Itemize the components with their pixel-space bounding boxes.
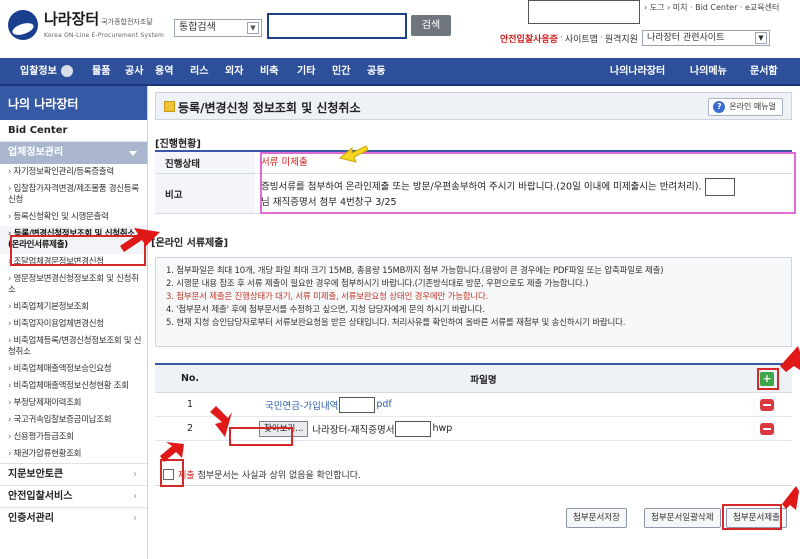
highlight-box-status <box>260 152 796 214</box>
nav-item-goods[interactable]: 물품 <box>92 58 110 86</box>
sidebar-link[interactable]: › 비축업체기본정보조회 <box>0 299 147 316</box>
nav-item-my-menu[interactable]: 나의메뉴 <box>690 58 727 86</box>
sidebar-link[interactable]: › 부정당제재이력조회 <box>0 395 147 412</box>
sidebar-link[interactable]: › 비축업자이용업체변경신청 <box>0 316 147 333</box>
sidebar-link[interactable]: › 비축업체매출액정보승인요청 <box>0 361 147 378</box>
nav-bid-icon <box>60 65 73 77</box>
sidebar-item-certificate[interactable]: 인증서관리 › <box>0 507 147 529</box>
nav-item-bid-info[interactable]: 입찰정보 <box>20 58 73 86</box>
sidebar-link[interactable]: › 비축업체매출액정보신청현황 조회 <box>0 378 147 395</box>
related-site-select[interactable]: 나라장터 관련사이트 ▼ <box>641 30 770 46</box>
sidebar-title: 나의 나라장터 <box>0 86 147 120</box>
logo-mark-icon <box>8 10 38 40</box>
sidebar-link[interactable]: › 자기정보확인관리/등록증출력 <box>0 164 147 181</box>
nav-item-private[interactable]: 민간 <box>332 58 350 86</box>
sitemap-link[interactable]: 사이트맵 <box>565 32 598 45</box>
sidebar-item-fingerprint-token[interactable]: 지문보안토큰 › <box>0 463 147 485</box>
main-nav: 입찰정보 물품 공사 용역 리스 외자 비축 기타 민간 공동 나의나라장터 나… <box>0 58 800 86</box>
logo-name: 나라장터 <box>44 9 100 28</box>
file-name-link[interactable]: 국민연금-가입내역 pdf <box>225 393 742 416</box>
notice-line: 1. 첨부파일은 최대 10개, 개당 파일 최대 크기 15MB, 총용량 1… <box>166 266 664 276</box>
sidebar-link[interactable]: › 국고귀속입찰보증금미납조회 <box>0 412 147 429</box>
notice-line: 5. 현재 지청 승인담당자로부터 서류보완요청을 받은 상태입니다. 처리사유… <box>166 318 626 328</box>
notice-line: 4. '첨부문서 제출' 후에 첨부문서를 수정하고 싶으면, 지청 담당자에게… <box>166 305 485 315</box>
highlight-box-sidebar <box>10 235 146 266</box>
nav-item-etc[interactable]: 기타 <box>297 58 315 86</box>
sidebar-link[interactable]: › 입찰참가자격변경/제조물품 경신등록신청 <box>0 181 147 209</box>
logo-small-text: 국가종합전자조달 <box>101 17 153 26</box>
sidebar-link[interactable]: › 채권가압류현황조회 <box>0 446 147 463</box>
sidebar-item-safe-bid[interactable]: 안전입찰서비스 › <box>0 485 147 507</box>
file-no: 1 <box>186 399 194 410</box>
redacted-box <box>339 396 376 413</box>
chevron-down-icon: ▼ <box>754 32 767 44</box>
confirm-row: 제출 첨부문서는 사실과 상위 없음을 확인합니다. <box>155 464 792 486</box>
notice-line: 3. 첨부문서 제출은 진행상태가 대기, 서류 미제출, 서류보완요청 상태인… <box>166 292 489 302</box>
nav-item-construction[interactable]: 공사 <box>125 58 143 86</box>
confirm-text: 첨부문서는 사실과 상위 없음을 확인합니다. <box>197 471 361 481</box>
highlight-box-add <box>757 368 779 390</box>
help-icon: ? <box>713 101 726 113</box>
col-filename-header: 파일명 <box>470 374 497 386</box>
sidebar-item-bid-center[interactable]: Bid Center <box>0 120 147 142</box>
related-site-value: 나라장터 관련사이트 <box>646 33 725 43</box>
top-links[interactable]: › 도그 › 미치 · Bid Center · e교육센터 <box>644 2 779 13</box>
highlight-box-checkbox <box>160 459 184 487</box>
highlight-box-browse <box>229 427 293 446</box>
remove-file-button[interactable] <box>760 422 774 435</box>
safe-bid-link[interactable]: 안전입찰사용증 <box>500 32 558 45</box>
sidebar: 나의 나라장터 Bid Center 업체정보관리 › 자기정보확인관리/등록증… <box>0 86 148 559</box>
search-type-select[interactable]: 통합검색 ▼ <box>174 19 262 37</box>
search-button[interactable]: 검색 <box>411 15 451 36</box>
search-type-value: 통합검색 <box>179 22 216 33</box>
utility-bar: 안전입찰사용증 · 사이트맵 · 원격지원 나라장터 관련사이트 ▼ <box>500 30 770 46</box>
online-submit-label: [온라인 서류제출] <box>151 238 229 249</box>
top-input-field[interactable] <box>528 0 640 24</box>
sidebar-link[interactable]: › 영문정보변경신청정보조회 및 신청취소 <box>0 271 147 299</box>
redacted-box <box>395 420 432 437</box>
nav-item-documents[interactable]: 문서함 <box>750 58 778 86</box>
logo-subtitle: Korea ON-Line E-Procurement System <box>44 31 165 39</box>
nav-item-foreign[interactable]: 외자 <box>225 58 243 86</box>
notice-line: 2. 시행문 내용 참조 후 서류 제출이 필요한 경우에 첨부하시기 바랍니다… <box>166 279 589 289</box>
page-title-bar: 등록/변경신청 정보조회 및 신청취소 ? 온라인 매뉴얼 <box>155 92 792 120</box>
nav-item-stockpile[interactable]: 비축 <box>260 58 278 86</box>
save-attachments-button[interactable]: 첨부문서저장 <box>566 508 627 528</box>
logo[interactable]: 나라장터 국가종합전자조달 Korea ON-Line E-Procurement… <box>8 10 164 40</box>
online-manual-button[interactable]: ? 온라인 매뉴얼 <box>708 98 783 116</box>
search-input[interactable] <box>267 13 407 39</box>
nav-item-my-page[interactable]: 나의나라장터 <box>610 58 665 86</box>
highlight-box-submit <box>722 504 782 530</box>
remote-support-link[interactable]: 원격지원 <box>605 32 638 45</box>
status-label: 진행상태 <box>155 152 255 173</box>
header: 나라장터 국가종합전자조달 Korea ON-Line E-Procurement… <box>0 0 800 58</box>
nav-item-joint[interactable]: 공동 <box>367 58 385 86</box>
page-title: 등록/변경신청 정보조회 및 신청취소 <box>178 101 361 115</box>
nav-item-lease[interactable]: 리스 <box>190 58 208 86</box>
notice-box: 1. 첨부파일은 최대 10개, 개당 파일 최대 크기 15MB, 총용량 1… <box>155 257 792 347</box>
remove-file-button[interactable] <box>760 398 774 411</box>
sidebar-link[interactable]: › 등록신청확인 및 시행문출력 <box>0 209 147 226</box>
col-no-header: No. <box>180 373 200 384</box>
table-row: 1 국민연금-가입내역 pdf <box>155 393 792 417</box>
pencil-icon <box>164 101 175 112</box>
file-name-cell: 찾아보기... 나라장터-재직증명서 hwp <box>225 417 742 440</box>
nav-item-service[interactable]: 용역 <box>155 58 173 86</box>
remark-label: 비고 <box>155 174 255 213</box>
sidebar-section-company[interactable]: 업체정보관리 <box>0 142 147 164</box>
sidebar-link[interactable]: › 신용평가등급조회 <box>0 429 147 446</box>
progress-section-label: [진행현황] <box>155 139 201 150</box>
sidebar-link[interactable]: › 비축업체등록/변경신청정보조회 및 신청취소 <box>0 333 147 361</box>
delete-all-attachments-button[interactable]: 첨부문서일괄삭제 <box>644 508 721 528</box>
chevron-down-icon: ▼ <box>247 22 259 34</box>
chevron-down-icon <box>129 151 137 156</box>
file-no: 2 <box>186 423 194 434</box>
